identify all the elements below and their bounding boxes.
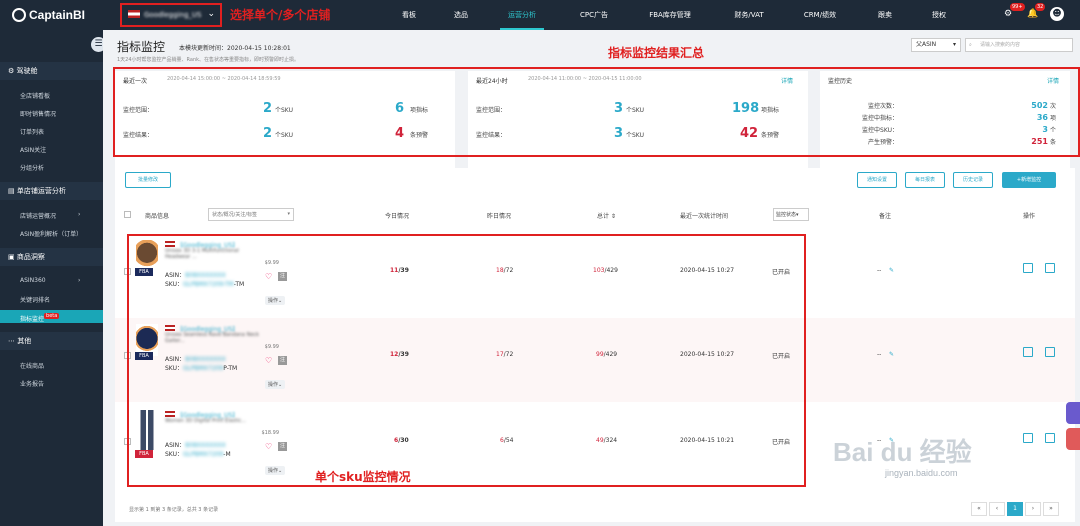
row-note: --	[877, 351, 882, 358]
settings-icon[interactable]: ⚙ 99+	[1001, 3, 1025, 21]
edit-icon[interactable]	[1045, 347, 1055, 357]
pager-summary: 显示第 1 到第 3 条记录，总共 3 条记录	[129, 507, 219, 513]
next-page-button[interactable]: ›	[1025, 502, 1041, 516]
notify-settings-button[interactable]: 通知设置	[857, 172, 897, 188]
avatar[interactable]: ☻	[1050, 7, 1064, 21]
asin-type-select[interactable]: 父ASIN ▾	[911, 38, 961, 52]
logo-icon	[12, 8, 26, 22]
sku-annotation: 单个sku监控情况	[315, 470, 411, 484]
nav-crm[interactable]: CRM/绩效	[798, 0, 842, 30]
nav-follow-sell[interactable]: 跟卖	[870, 0, 900, 30]
sidebar-item-all-shops[interactable]: 全店铺看板	[20, 91, 50, 100]
last-page-button[interactable]: »	[1043, 502, 1059, 516]
select-all-checkbox[interactable]	[124, 211, 131, 218]
daily-report-button[interactable]: 每日报表	[905, 172, 945, 188]
sidebar-group-single-shop[interactable]: ▤ 单店铺运营分析	[0, 182, 103, 200]
nav-dashboard[interactable]: 看板	[392, 0, 426, 30]
sidebar-group-other[interactable]: ⋯ 其他	[0, 332, 103, 350]
report-icon[interactable]	[1023, 433, 1033, 443]
search-icon: ⌕	[969, 42, 972, 48]
page-note: 1天24小时帮您监控产品销量、Rank、在售状态等重要指标，即时预警即时止损。	[117, 57, 300, 63]
status-filter-select[interactable]: 状态/概况/关注/标签 ▾	[208, 208, 294, 221]
add-monitor-button[interactable]: +新增监控	[1002, 172, 1056, 188]
sidebar-item-asin-profit[interactable]: ASIN盈利解析（订单）	[20, 229, 82, 238]
sidebar-item-online-products[interactable]: 在线商品	[20, 361, 44, 370]
update-time: 本模块更新时间：2020-04-15 10:28:01	[179, 45, 291, 52]
chevron-down-icon: ⌄	[207, 9, 215, 19]
col-last-time: 最近一次统计时间	[680, 213, 729, 220]
history-button[interactable]: 历史记录	[953, 172, 993, 188]
summary-highlight-box	[113, 67, 1080, 157]
edit-note-icon[interactable]: ✎	[889, 267, 894, 274]
first-page-button[interactable]: «	[971, 502, 987, 516]
sidebar-item-group-analysis[interactable]: 分组分析	[20, 163, 44, 172]
beta-badge: beta	[44, 313, 60, 319]
bell-badge: 32	[1035, 3, 1046, 11]
col-note: 备注	[879, 213, 892, 220]
sidebar-item-shop-overview[interactable]: 店铺运营概况 ›	[20, 211, 80, 220]
prev-page-button[interactable]: ‹	[989, 502, 1005, 516]
caret-down-icon: ▾	[287, 211, 290, 217]
watermark: Bai du 经验	[833, 437, 972, 467]
sidebar-item-business-report[interactable]: 业务报告	[20, 379, 44, 388]
sidebar-item-asin-follow[interactable]: ASIN关注	[20, 145, 46, 154]
sort-icon: ⇕	[609, 213, 616, 220]
summary-annotation: 指标监控结果汇总	[608, 46, 705, 60]
page-1-button[interactable]: 1	[1007, 502, 1023, 516]
edit-icon[interactable]	[1045, 433, 1055, 443]
col-total[interactable]: 总计 ⇕	[597, 211, 616, 220]
more-icon: ⋯	[8, 337, 18, 345]
sidebar: ⚙ 驾驶舱 全店铺看板 即时销售情况 订单列表 ASIN关注 分组分析 ▤ 单店…	[0, 30, 103, 526]
col-yesterday: 昨日情况	[487, 213, 512, 220]
nav-fba-inventory[interactable]: FBA库存管理	[643, 0, 697, 30]
nav-cpc-ads[interactable]: CPC广告	[572, 0, 616, 30]
bell-icon[interactable]: 🔔 32	[1026, 3, 1046, 21]
sidebar-item-realtime-sales[interactable]: 即时销售情况	[20, 109, 56, 118]
chevron-right-icon: ›	[78, 277, 81, 284]
col-product: 商品信息	[145, 213, 170, 220]
nav-authorize[interactable]: 授权	[924, 0, 954, 30]
chart-icon: ▤	[8, 187, 17, 195]
edit-note-icon[interactable]: ✎	[889, 351, 894, 358]
sidebar-item-asin360[interactable]: ASIN360 ›	[20, 277, 80, 284]
sidebar-item-orders[interactable]: 订单列表	[20, 127, 44, 136]
shop-annotation: 选择单个/多个店铺	[230, 8, 331, 22]
page-title: 指标监控	[117, 40, 166, 54]
shop-selector[interactable]: Goodlegging_US ⌄	[120, 3, 222, 27]
sku-highlight-box	[127, 234, 806, 487]
col-action: 操作	[1023, 213, 1036, 220]
report-icon[interactable]	[1023, 263, 1033, 273]
monitor-status-filter[interactable]: 监控状态▾	[773, 208, 809, 221]
nav-finance-vat[interactable]: 财务/VAT	[727, 0, 771, 30]
top-bar: CaptainBI Goodlegging_US ⌄ 选择单个/多个店铺 看板 选…	[0, 0, 1080, 30]
row-note: --	[877, 267, 882, 274]
gear-icon: ⚙	[8, 67, 17, 75]
search-input[interactable]: ⌕ 请输入搜索的内容	[965, 38, 1073, 52]
watermark-url: jingyan.baidu.com	[885, 468, 958, 478]
caret-down-icon: ▾	[952, 41, 956, 48]
chevron-right-icon: ›	[78, 211, 81, 218]
float-gift-icon[interactable]	[1066, 428, 1080, 450]
batch-edit-button[interactable]: 批量修改	[125, 172, 171, 188]
nav-selection[interactable]: 选品	[446, 0, 476, 30]
report-icon[interactable]	[1023, 347, 1033, 357]
col-today: 今日情况	[385, 213, 410, 220]
sidebar-item-keyword-rank[interactable]: 关键词排名	[20, 295, 50, 304]
settings-badge: 99+	[1010, 3, 1025, 11]
float-service-icon[interactable]	[1066, 402, 1080, 424]
edit-icon[interactable]	[1045, 263, 1055, 273]
nav-ops-analysis[interactable]: 运营分析	[500, 0, 544, 30]
sidebar-group-insight[interactable]: ▣ 商品洞察	[0, 248, 103, 266]
sidebar-group-cockpit[interactable]: ⚙ 驾驶舱	[0, 62, 103, 80]
sidebar-item-metric-monitor[interactable]: 指标监控 beta	[0, 310, 103, 323]
logo[interactable]: CaptainBI	[12, 8, 85, 22]
us-flag-icon	[128, 10, 140, 18]
box-icon: ▣	[8, 253, 17, 261]
